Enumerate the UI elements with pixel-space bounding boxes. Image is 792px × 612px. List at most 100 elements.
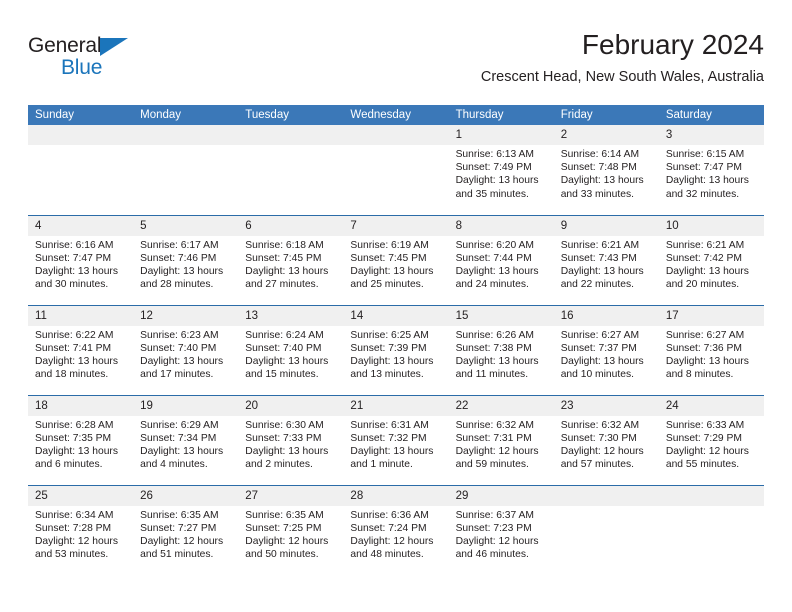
calendar-week-row: 4 Sunrise: 6:16 AM Sunset: 7:47 PM Daylight…: [28, 214, 764, 305]
daylight-text: Daylight: 13 hours and 10 minutes.: [560, 355, 644, 381]
daylight-text: Daylight: 13 hours and 24 minutes.: [455, 265, 539, 291]
day-number: 10: [658, 215, 764, 236]
day-sun-info: Sunrise: 6:24 AM Sunset: 7:40 PM Daylight:…: [238, 326, 343, 382]
page-subtitle: Crescent Head, New South Wales, Australi…: [480, 69, 764, 85]
calendar-day-cell[interactable]: 17 Sunrise: 6:27 AM Sunset: 7:36 PM Dayligh…: [658, 304, 764, 395]
daylight-text: Daylight: 13 hours and 25 minutes.: [350, 265, 434, 291]
calendar-day-cell[interactable]: 3 Sunrise: 6:15 AM Sunset: 7:47 PM Daylight…: [658, 125, 764, 215]
sunset-text: Sunset: 7:31 PM: [455, 432, 532, 444]
calendar-day-cell[interactable]: 27 Sunrise: 6:35 AM Sunset: 7:25 PM Dayligh…: [238, 484, 344, 575]
calendar-day-cell[interactable]: 25 Sunrise: 6:34 AM Sunset: 7:28 PM Dayligh…: [28, 484, 134, 575]
calendar-day-cell[interactable]: 11 Sunrise: 6:22 AM Sunset: 7:41 PM Dayligh…: [28, 304, 134, 395]
calendar-day-cell[interactable]: 20 Sunrise: 6:30 AM Sunset: 7:33 PM Dayligh…: [238, 394, 344, 485]
calendar-day-cell[interactable]: 2 Sunrise: 6:14 AM Sunset: 7:48 PM Daylight…: [553, 125, 659, 215]
day-sun-info: Sunrise: 6:37 AM Sunset: 7:23 PM Daylight:…: [449, 506, 554, 562]
calendar-day-cell[interactable]: 10 Sunrise: 6:21 AM Sunset: 7:42 PM Dayligh…: [658, 214, 764, 305]
weekday-header-monday: Monday: [133, 105, 239, 125]
weekday-header-wednesday: Wednesday: [343, 105, 449, 125]
day-number: 9: [553, 215, 659, 236]
sunrise-text: Sunrise: 6:16 AM: [35, 239, 114, 251]
sunset-text: Sunset: 7:47 PM: [665, 162, 742, 174]
calendar-day-cell-empty: [238, 125, 344, 215]
sunset-text: Sunset: 7:24 PM: [350, 522, 427, 534]
calendar-day-cell[interactable]: 15 Sunrise: 6:26 AM Sunset: 7:38 PM Dayligh…: [448, 304, 554, 395]
day-sun-info: Sunrise: 6:35 AM Sunset: 7:25 PM Daylight:…: [238, 506, 343, 562]
day-number: [28, 125, 134, 145]
calendar-day-cell[interactable]: 7 Sunrise: 6:19 AM Sunset: 7:45 PM Daylight…: [343, 214, 449, 305]
day-number: [238, 125, 344, 145]
calendar-day-cell[interactable]: 13 Sunrise: 6:24 AM Sunset: 7:40 PM Dayligh…: [238, 304, 344, 395]
day-sun-info: Sunrise: 6:19 AM Sunset: 7:45 PM Daylight:…: [343, 236, 448, 292]
calendar-day-cell[interactable]: 14 Sunrise: 6:25 AM Sunset: 7:39 PM Dayligh…: [343, 304, 449, 395]
day-sun-info: Sunrise: 6:16 AM Sunset: 7:47 PM Daylight:…: [28, 236, 133, 292]
daylight-text: Daylight: 13 hours and 20 minutes.: [665, 265, 749, 291]
weekday-header-thursday: Thursday: [448, 105, 554, 125]
calendar-day-cell[interactable]: 23 Sunrise: 6:32 AM Sunset: 7:30 PM Dayligh…: [553, 394, 659, 485]
sunset-text: Sunset: 7:27 PM: [140, 522, 217, 534]
calendar-day-cell[interactable]: 28 Sunrise: 6:36 AM Sunset: 7:24 PM Dayligh…: [343, 484, 449, 575]
calendar-day-cell[interactable]: 18 Sunrise: 6:28 AM Sunset: 7:35 PM Dayligh…: [28, 394, 134, 485]
day-sun-info: Sunrise: 6:25 AM Sunset: 7:39 PM Daylight:…: [343, 326, 448, 382]
sunset-text: Sunset: 7:45 PM: [350, 252, 427, 264]
daylight-text: Daylight: 12 hours and 48 minutes.: [350, 535, 434, 561]
day-number: 29: [448, 485, 554, 506]
day-number: 20: [238, 395, 344, 416]
daylight-text: Daylight: 12 hours and 53 minutes.: [35, 535, 118, 561]
day-sun-info: Sunrise: 6:22 AM Sunset: 7:41 PM Daylight:…: [28, 326, 133, 382]
page-title: February 2024: [581, 29, 764, 60]
calendar-day-cell[interactable]: 16 Sunrise: 6:27 AM Sunset: 7:37 PM Dayligh…: [553, 304, 659, 395]
calendar-day-cell[interactable]: 21 Sunrise: 6:31 AM Sunset: 7:32 PM Dayligh…: [343, 394, 449, 485]
calendar-day-cell[interactable]: 19 Sunrise: 6:29 AM Sunset: 7:34 PM Dayligh…: [133, 394, 239, 485]
calendar-day-cell-empty: [658, 484, 764, 575]
day-sun-info: Sunrise: 6:17 AM Sunset: 7:46 PM Daylight:…: [133, 236, 238, 292]
calendar-day-cell[interactable]: 5 Sunrise: 6:17 AM Sunset: 7:46 PM Daylight…: [133, 214, 239, 305]
calendar-day-cell[interactable]: 12 Sunrise: 6:23 AM Sunset: 7:40 PM Dayligh…: [133, 304, 239, 395]
logo-top-row: General: [28, 34, 228, 58]
sunrise-text: Sunrise: 6:13 AM: [455, 149, 534, 160]
sunrise-text: Sunrise: 6:32 AM: [455, 419, 534, 431]
day-sun-info: Sunrise: 6:21 AM Sunset: 7:43 PM Daylight:…: [554, 236, 659, 292]
daylight-text: Daylight: 12 hours and 57 minutes.: [560, 445, 644, 471]
day-number: [133, 125, 239, 145]
daylight-text: Daylight: 13 hours and 32 minutes.: [665, 175, 749, 200]
title-block: February 2024 Crescent Head, New South W…: [481, 28, 764, 86]
day-sun-info: Sunrise: 6:34 AM Sunset: 7:28 PM Daylight:…: [28, 506, 133, 562]
calendar-day-cell[interactable]: 6 Sunrise: 6:18 AM Sunset: 7:45 PM Daylight…: [238, 214, 344, 305]
day-number: 25: [28, 485, 134, 506]
daylight-text: Daylight: 13 hours and 28 minutes.: [140, 265, 224, 291]
calendar-day-cell[interactable]: 22 Sunrise: 6:32 AM Sunset: 7:31 PM Dayligh…: [448, 394, 554, 485]
calendar-day-cell[interactable]: 26 Sunrise: 6:35 AM Sunset: 7:27 PM Dayligh…: [133, 484, 239, 575]
sunrise-text: Sunrise: 6:19 AM: [350, 239, 429, 251]
daylight-text: Daylight: 13 hours and 27 minutes.: [245, 265, 329, 291]
generalblue-logo: General Blue: [28, 34, 228, 80]
sunset-text: Sunset: 7:38 PM: [455, 342, 532, 354]
sunrise-text: Sunrise: 6:15 AM: [665, 149, 745, 160]
daylight-text: Daylight: 13 hours and 13 minutes.: [350, 355, 434, 381]
day-number: [658, 485, 764, 506]
daylight-text: Daylight: 12 hours and 51 minutes.: [140, 535, 224, 561]
day-sun-info: Sunrise: 6:28 AM Sunset: 7:35 PM Daylight:…: [28, 416, 133, 472]
calendar-day-cell[interactable]: 29 Sunrise: 6:37 AM Sunset: 7:23 PM Dayligh…: [448, 484, 554, 575]
calendar-day-cell[interactable]: 1 Sunrise: 6:13 AM Sunset: 7:49 PM Daylight…: [448, 125, 554, 215]
calendar-day-cell[interactable]: 8 Sunrise: 6:20 AM Sunset: 7:44 PM Daylight…: [448, 214, 554, 305]
day-number: [343, 125, 449, 145]
sunset-text: Sunset: 7:28 PM: [35, 522, 112, 534]
sunset-text: Sunset: 7:48 PM: [560, 162, 637, 174]
logo-text-general: General: [28, 34, 102, 57]
daylight-text: Daylight: 13 hours and 22 minutes.: [560, 265, 644, 291]
calendar-day-cell[interactable]: 9 Sunrise: 6:21 AM Sunset: 7:43 PM Daylight…: [553, 214, 659, 305]
daylight-text: Daylight: 13 hours and 15 minutes.: [245, 355, 329, 381]
day-sun-info: Sunrise: 6:13 AM Sunset: 7:49 PM Daylight:…: [449, 145, 554, 201]
day-sun-info: Sunrise: 6:29 AM Sunset: 7:34 PM Daylight:…: [133, 416, 238, 472]
sunrise-text: Sunrise: 6:29 AM: [140, 419, 219, 431]
calendar-day-cell[interactable]: 24 Sunrise: 6:33 AM Sunset: 7:29 PM Dayligh…: [658, 394, 764, 485]
sunrise-text: Sunrise: 6:25 AM: [350, 329, 429, 341]
weekday-header-sunday: Sunday: [28, 105, 134, 125]
sunrise-text: Sunrise: 6:27 AM: [560, 329, 640, 341]
day-number: 28: [343, 485, 449, 506]
calendar-day-cell[interactable]: 4 Sunrise: 6:16 AM Sunset: 7:47 PM Daylight…: [28, 214, 134, 305]
sunset-text: Sunset: 7:43 PM: [560, 252, 637, 264]
sunrise-text: Sunrise: 6:27 AM: [665, 329, 745, 341]
day-sun-info: Sunrise: 6:26 AM Sunset: 7:38 PM Daylight:…: [449, 326, 554, 382]
weekday-header-saturday: Saturday: [658, 105, 764, 125]
